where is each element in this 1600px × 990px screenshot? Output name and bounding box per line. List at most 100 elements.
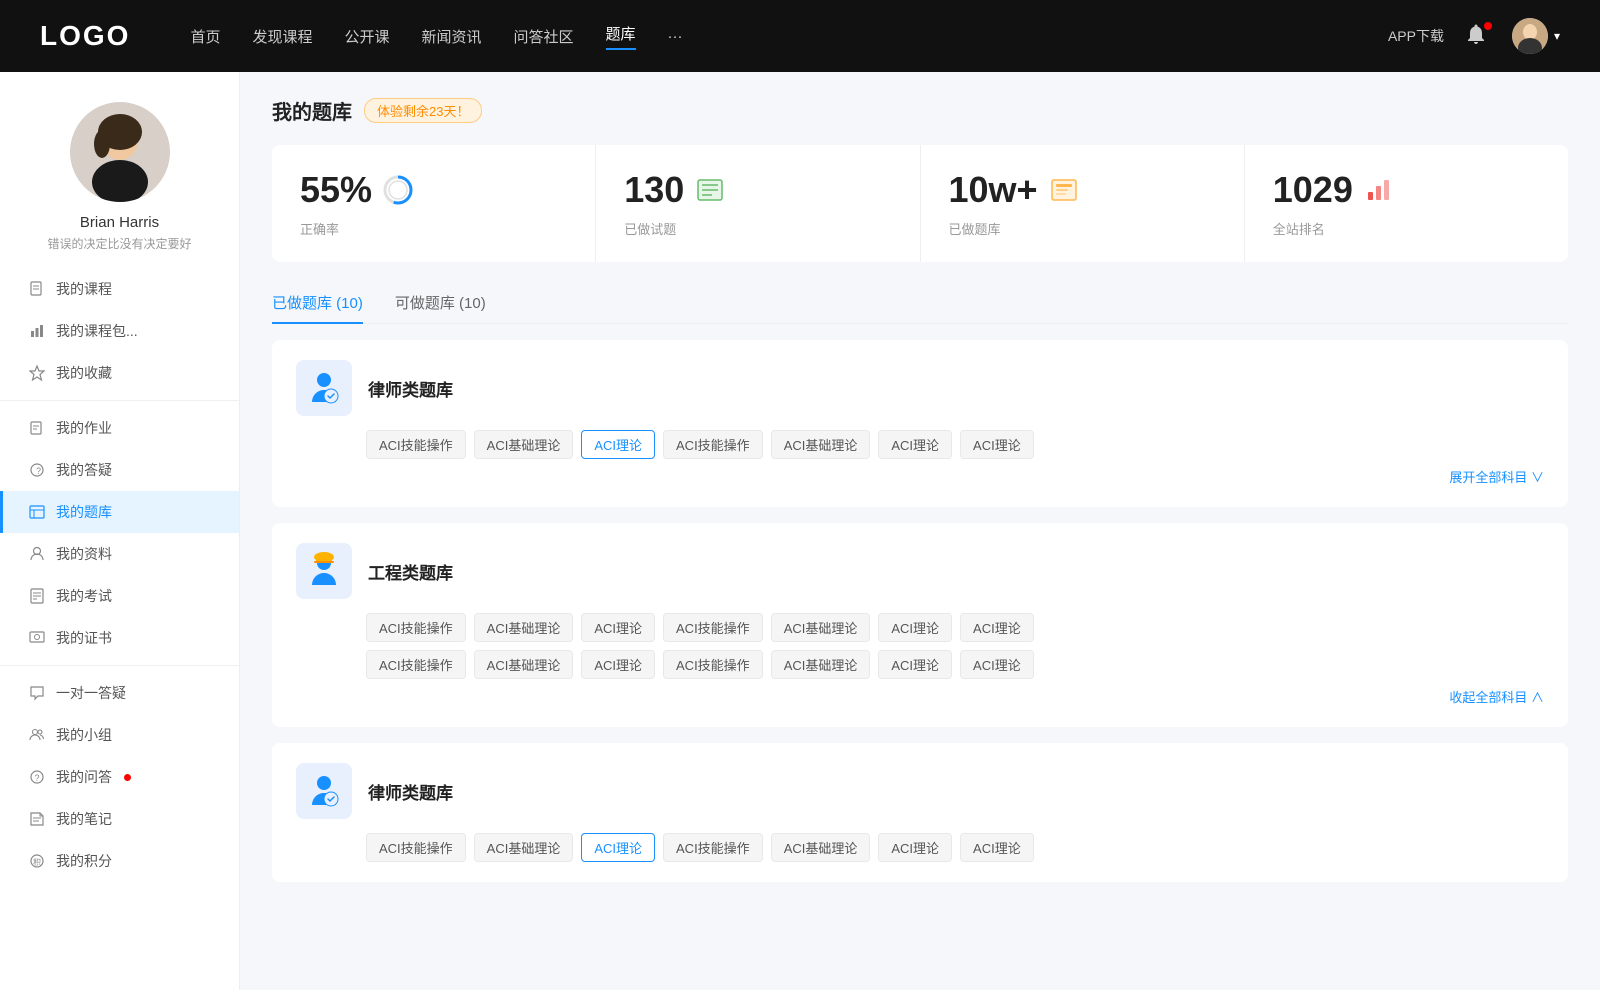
bank-tag[interactable]: ACI理论 [581, 650, 655, 679]
sidebar-item-homework[interactable]: 我的作业 [0, 407, 239, 449]
sidebar-item-exam[interactable]: 我的考试 [0, 575, 239, 617]
lawyer-icon-2 [296, 763, 352, 819]
engineer-icon [296, 543, 352, 599]
bank-tag-active[interactable]: ACI理论 [581, 833, 655, 862]
bank-tag[interactable]: ACI基础理论 [771, 650, 871, 679]
nav-mooc[interactable]: 公开课 [344, 26, 389, 47]
sidebar-item-notes[interactable]: 我的笔记 [0, 798, 239, 840]
bank-tag[interactable]: ACI基础理论 [771, 430, 871, 459]
tab-done-banks[interactable]: 已做题库 (10) [272, 282, 363, 323]
edit-icon [28, 419, 46, 437]
bank-tags-lawyer-1: ACI技能操作 ACI基础理论 ACI理论 ACI技能操作 ACI基础理论 AC… [366, 430, 1544, 459]
file-icon [28, 280, 46, 298]
sidebar-label-points: 我的积分 [56, 851, 112, 871]
bank-tag[interactable]: ACI理论 [960, 613, 1034, 642]
sidebar-item-1on1[interactable]: 一对一答疑 [0, 672, 239, 714]
sidebar-item-qa[interactable]: ? 我的答疑 [0, 449, 239, 491]
profile-avatar [70, 102, 170, 202]
svg-text:积: 积 [33, 857, 41, 867]
bank-tag[interactable]: ACI技能操作 [366, 833, 466, 862]
doc-icon [28, 587, 46, 605]
main-content: 我的题库 体验剩余23天！ 55% 正确率 [240, 72, 1600, 990]
bank-tag[interactable]: ACI理论 [878, 833, 952, 862]
bank-card-lawyer-2: 律师类题库 ACI技能操作 ACI基础理论 ACI理论 ACI技能操作 ACI基… [272, 743, 1568, 882]
bank-title-engineer: 工程类题库 [368, 559, 453, 584]
tab-available-banks[interactable]: 可做题库 (10) [395, 282, 486, 323]
nav-qa[interactable]: 问答社区 [514, 26, 574, 47]
stat-ranking-value: 1029 [1273, 169, 1353, 211]
user-avatar-container[interactable]: ▾ [1512, 18, 1560, 54]
group-icon [28, 726, 46, 744]
sidebar-item-course[interactable]: 我的课程 [0, 268, 239, 310]
sidebar-item-cert[interactable]: 我的证书 [0, 617, 239, 659]
bank-tag[interactable]: ACI技能操作 [663, 430, 763, 459]
bank-tags-engineer-row1: ACI技能操作 ACI基础理论 ACI理论 ACI技能操作 ACI基础理论 AC… [366, 613, 1544, 642]
nav-questions[interactable]: 题库 [606, 23, 636, 50]
divider-1 [0, 400, 239, 401]
bank-tag[interactable]: ACI理论 [878, 430, 952, 459]
note-icon [28, 810, 46, 828]
collapse-button-engineer[interactable]: 收起全部科目 ∧ [1449, 690, 1544, 705]
bank-title-lawyer-2: 律师类题库 [368, 779, 453, 804]
notification-bell[interactable] [1464, 22, 1492, 50]
nav-news[interactable]: 新闻资讯 [422, 26, 482, 47]
bank-tag[interactable]: ACI技能操作 [366, 430, 466, 459]
bank-tag[interactable]: ACI基础理论 [474, 613, 574, 642]
sidebar-item-points[interactable]: 积 我的积分 [0, 840, 239, 882]
bank-tag[interactable]: ACI技能操作 [663, 613, 763, 642]
user-motto: 错误的决定比没有决定要好 [31, 235, 207, 252]
bank-tags-lawyer-2: ACI技能操作 ACI基础理论 ACI理论 ACI技能操作 ACI基础理论 AC… [366, 833, 1544, 862]
bank-tag[interactable]: ACI理论 [960, 650, 1034, 679]
nav-more[interactable]: ··· [668, 28, 683, 45]
trial-badge: 体验剩余23天！ [364, 98, 482, 123]
notification-dot [1484, 22, 1492, 30]
nav-home[interactable]: 首页 [190, 26, 220, 47]
bank-tag[interactable]: ACI技能操作 [663, 833, 763, 862]
header: LOGO 首页 发现课程 公开课 新闻资讯 问答社区 题库 ··· APP下载 … [0, 0, 1600, 72]
sidebar-menu: 我的课程 我的课程包... 我的收藏 我的作业 [0, 268, 239, 882]
chat-icon [28, 684, 46, 702]
bank-tag[interactable]: ACI理论 [960, 430, 1034, 459]
user-menu-chevron: ▾ [1554, 29, 1560, 43]
user-icon [28, 545, 46, 563]
stat-ranking: 1029 全站排名 [1245, 145, 1568, 262]
stat-done-banks-value: 10w+ [949, 169, 1038, 211]
sidebar-label-myqa: 我的问答 [56, 767, 112, 787]
app-download-link[interactable]: APP下载 [1388, 26, 1444, 46]
sidebar-item-favorites[interactable]: 我的收藏 [0, 352, 239, 394]
bank-header-lawyer-2: 律师类题库 [296, 763, 1544, 819]
bank-tag[interactable]: ACI基础理论 [771, 613, 871, 642]
bank-tag[interactable]: ACI理论 [878, 650, 952, 679]
sidebar-item-profile[interactable]: 我的资料 [0, 533, 239, 575]
sidebar-item-questionbank[interactable]: 我的题库 [0, 491, 239, 533]
sidebar-item-group[interactable]: 我的小组 [0, 714, 239, 756]
expand-button-lawyer-1[interactable]: 展开全部科目 ∨ [1449, 470, 1544, 485]
bank-tag[interactable]: ACI基础理论 [474, 833, 574, 862]
bank-tag[interactable]: ACI理论 [581, 613, 655, 642]
header-right: APP下载 ▾ [1388, 18, 1560, 54]
stat-done-questions-top: 130 [624, 169, 891, 211]
bank-tag[interactable]: ACI技能操作 [663, 650, 763, 679]
list-icon [694, 174, 726, 206]
bank-tag[interactable]: ACI基础理论 [474, 430, 574, 459]
sidebar-item-myqa[interactable]: ? 我的问答 [0, 756, 239, 798]
user-avatar [1512, 18, 1548, 54]
bank-footer-lawyer-1: 展开全部科目 ∨ [296, 467, 1544, 487]
qa-icon: ? [28, 768, 46, 786]
bank-tag[interactable]: ACI基础理论 [771, 833, 871, 862]
sidebar-item-package[interactable]: 我的课程包... [0, 310, 239, 352]
bank-tag[interactable]: ACI理论 [960, 833, 1034, 862]
tabs-row: 已做题库 (10) 可做题库 (10) [272, 282, 1568, 324]
stat-accuracy-top: 55% [300, 169, 567, 211]
stat-accuracy: 55% 正确率 [272, 145, 596, 262]
bank-tag[interactable]: ACI技能操作 [366, 650, 466, 679]
pie-icon [382, 174, 414, 206]
cert-icon [28, 629, 46, 647]
bank-tag[interactable]: ACI技能操作 [366, 613, 466, 642]
bank-tag[interactable]: ACI基础理论 [474, 650, 574, 679]
bank-tag-active[interactable]: ACI理论 [581, 430, 655, 459]
stat-done-questions-label: 已做试题 [624, 219, 891, 238]
nav-discover[interactable]: 发现课程 [252, 26, 312, 47]
svg-text:?: ? [35, 773, 40, 783]
bank-tag[interactable]: ACI理论 [878, 613, 952, 642]
